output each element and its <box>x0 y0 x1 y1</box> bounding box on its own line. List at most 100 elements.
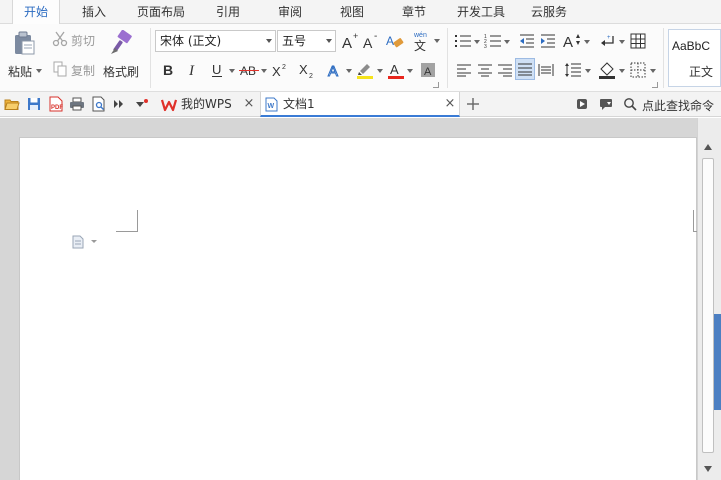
tab-view[interactable]: 视图 <box>330 0 374 24</box>
numbered-list-button[interactable]: 123 <box>483 31 503 51</box>
side-panel-toggle[interactable] <box>714 314 721 410</box>
scrollbar-thumb[interactable] <box>702 158 714 453</box>
distributed-button[interactable] <box>536 60 556 80</box>
subscript-button[interactable]: X2 <box>297 60 317 80</box>
close-tab-icon[interactable]: × <box>243 97 255 110</box>
text-effect-button[interactable]: A <box>325 60 345 80</box>
chinese-layout-button[interactable]: A <box>562 31 582 51</box>
document-page[interactable] <box>19 137 699 480</box>
underline-dropdown-caret[interactable] <box>229 69 235 73</box>
highlight-dropdown-caret[interactable] <box>377 69 383 73</box>
paste-dropdown-caret[interactable] <box>36 69 42 73</box>
font-dialog-launcher[interactable] <box>433 82 439 88</box>
line-spacing-dropdown-caret[interactable] <box>585 69 591 73</box>
tab-cloud-services[interactable]: 云服务 <box>522 0 576 24</box>
customize-quick-access-button[interactable] <box>134 96 150 112</box>
chinese-layout-dropdown-caret[interactable] <box>584 40 590 44</box>
doc-tab-document-1[interactable]: W 文档1 × <box>260 92 460 117</box>
pinyin-dropdown-caret[interactable] <box>434 39 440 43</box>
italic-icon: I <box>188 63 195 78</box>
paragraph-dialog-launcher[interactable] <box>652 82 658 88</box>
find-command-input[interactable]: 点此查找命令 <box>642 97 714 114</box>
strikethrough-dropdown-caret[interactable] <box>261 69 267 73</box>
bullet-list-button[interactable] <box>453 31 473 51</box>
font-color-button[interactable]: A <box>386 60 406 80</box>
highlight-button[interactable] <box>355 60 375 80</box>
bold-button[interactable]: B <box>158 60 178 80</box>
text-effect-dropdown-caret[interactable] <box>346 69 352 73</box>
export-pdf-button[interactable]: PDF <box>48 96 64 112</box>
tab-chapter[interactable]: 章节 <box>392 0 436 24</box>
paragraph-options-button[interactable] <box>72 235 100 249</box>
underline-button[interactable]: U <box>207 60 227 80</box>
tab-developer-tools[interactable]: 开发工具 <box>450 0 512 24</box>
doc-tab-label: 文档1 <box>283 97 315 111</box>
tab-insert[interactable]: 插入 <box>70 0 118 24</box>
format-painter-label: 格式刷 <box>103 65 140 79</box>
strikethrough-button[interactable]: AB <box>238 60 260 80</box>
scroll-up-icon[interactable] <box>702 142 714 152</box>
new-tab-button[interactable] <box>465 96 481 112</box>
bold-icon: B <box>163 62 173 78</box>
folder-open-icon <box>4 99 20 110</box>
ribbon-home: 粘贴 剪切 复制 格式刷 宋体 (正文) 五号 A + A - A wén 文 … <box>0 24 721 92</box>
tab-home[interactable]: 开始 <box>12 0 60 25</box>
svg-text:A: A <box>363 35 373 50</box>
svg-text:文: 文 <box>414 38 426 53</box>
shading-button[interactable] <box>597 60 617 80</box>
print-button[interactable] <box>69 96 85 112</box>
table-button[interactable] <box>628 31 648 51</box>
tab-references[interactable]: 引用 <box>206 0 250 24</box>
floppy-disk-icon <box>28 98 40 110</box>
feedback-button[interactable] <box>598 96 614 112</box>
search-command-icon-wrap[interactable] <box>622 96 638 112</box>
print-preview-button[interactable] <box>91 96 107 112</box>
shrink-font-button[interactable]: A - <box>362 31 382 51</box>
superscript-button[interactable]: X2 <box>270 60 290 80</box>
show-hide-dropdown-caret[interactable] <box>619 40 625 44</box>
decrease-indent-button[interactable] <box>517 31 537 51</box>
svg-text:+: + <box>607 35 611 41</box>
svg-text:wén: wén <box>413 32 427 39</box>
grow-font-button[interactable]: A + <box>341 31 361 51</box>
clear-formatting-button[interactable]: A <box>385 31 405 51</box>
close-tab-icon[interactable]: × <box>444 97 456 110</box>
bullet-list-dropdown-caret[interactable] <box>474 40 480 44</box>
text-effect-icon: A <box>328 63 339 80</box>
save-button[interactable] <box>26 96 42 112</box>
line-spacing-button[interactable] <box>563 60 583 80</box>
scissors-icon <box>52 31 68 47</box>
borders-button[interactable] <box>628 60 648 80</box>
show-hide-marks-button[interactable]: + <box>598 31 618 51</box>
justify-button[interactable] <box>515 58 535 80</box>
svg-text:PDF: PDF <box>51 105 63 111</box>
scroll-down-icon[interactable] <box>702 464 714 474</box>
font-name-value: 宋体 (正文) <box>160 34 222 48</box>
pinyin-icon: wén 文 <box>413 32 427 53</box>
doc-tab-my-wps[interactable]: 我的WPS × <box>156 92 260 117</box>
align-center-button[interactable] <box>475 60 495 80</box>
tab-page-layout[interactable]: 页面布局 <box>130 0 192 24</box>
font-size-select[interactable]: 五号 <box>277 30 336 52</box>
numbered-list-dropdown-caret[interactable] <box>504 40 510 44</box>
increase-indent-button[interactable] <box>538 31 558 51</box>
italic-button[interactable]: I <box>183 60 203 80</box>
pinyin-guide-button[interactable]: wén 文 <box>411 29 433 53</box>
char-shading-button[interactable]: A <box>418 60 438 80</box>
font-color-dropdown-caret[interactable] <box>407 69 413 73</box>
shading-dropdown-caret[interactable] <box>619 69 625 73</box>
justify-icon <box>518 63 532 76</box>
font-size-value: 五号 <box>282 34 307 48</box>
char-shading-icon: A <box>421 63 435 78</box>
more-quick-tools-button[interactable] <box>111 96 127 112</box>
svg-text:X: X <box>272 64 281 78</box>
align-right-button[interactable] <box>495 60 515 80</box>
vertical-scrollbar[interactable] <box>697 118 721 480</box>
align-left-button[interactable] <box>454 60 474 80</box>
borders-dropdown-caret[interactable] <box>650 69 656 73</box>
open-folder-button[interactable] <box>4 96 20 112</box>
window-switch-button[interactable] <box>574 96 590 112</box>
style-gallery-item-normal[interactable]: AaBbC 正文 <box>668 29 721 87</box>
font-name-select[interactable]: 宋体 (正文) <box>155 30 276 52</box>
tab-review[interactable]: 审阅 <box>268 0 312 24</box>
